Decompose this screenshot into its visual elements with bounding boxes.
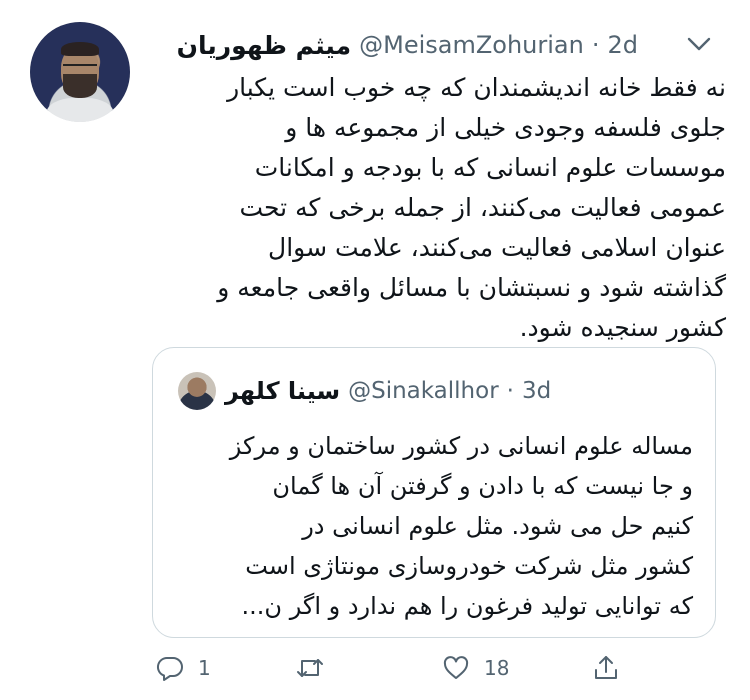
like-button[interactable]: 18 [442,648,509,688]
reply-icon [156,656,183,681]
tweet-text-line: گذاشته شود و نسبتشان با مسائل واقعی جامع… [217,273,726,302]
quoted-tweet[interactable]: سینا کلهر @Sinakallhor · 3d مساله علوم ا… [152,347,716,638]
quoted-author-name: سینا کلهر [225,377,341,405]
like-icon [443,656,469,679]
tweet-text-line: کشور سنجیده شود. [519,313,726,342]
separator-dot: · [506,378,514,404]
retweet-button[interactable] [296,648,338,688]
quoted-text-line: کشور مثل شرکت خودروسازی مونتاژی است [245,552,693,580]
quoted-tweet-header: سینا کلهر @Sinakallhor · 3d [225,372,551,410]
quoted-text-line: و جا نیست که با دادن و گرفتن آن ها گمان [272,472,693,500]
chevron-down-icon[interactable] [684,32,714,56]
share-button[interactable] [592,648,620,688]
tweet-text: نه فقط خانه اندیشمندان که چه خوب است یکب… [168,68,726,348]
quoted-author-avatar[interactable] [178,372,216,410]
separator-dot: · [591,31,600,59]
reply-button[interactable]: 1 [156,648,211,688]
like-count: 18 [484,656,510,680]
author-handle[interactable]: @MeisamZohurian [359,31,584,59]
tweet-header: میثم ظهوریان @MeisamZohurian · 2d [177,25,638,65]
quoted-author-handle: @Sinakallhor [348,378,499,404]
quoted-tweet-time: 3d [521,378,552,404]
quoted-text-line: کنیم حل می شود. مثل علوم انسانی در [302,512,693,540]
tweet-time[interactable]: 2d [607,31,638,59]
tweet-text-line: جلوی فلسفه وجودی خیلی از مجموعه ها و [285,113,726,142]
tweet-text-line: موسسات علوم انسانی که با بودجه و امکانات [254,153,726,182]
quoted-text-line: که توانایی تولید فرغون را هم ندارد و اگر… [241,592,693,620]
reply-count: 1 [198,656,211,680]
author-name[interactable]: میثم ظهوریان [177,31,351,60]
share-icon [595,656,617,679]
quoted-text-line: مساله علوم انسانی در کشور ساختمان و مرکز [229,432,693,460]
quoted-tweet-text: مساله علوم انسانی در کشور ساختمان و مرکز… [175,426,693,626]
retweet-icon [297,659,323,677]
author-avatar[interactable] [30,22,130,122]
tweet-actions: 1 18 [152,648,632,688]
tweet-text-line: عمومی فعالیت می‌کنند، از جمله برخی که تح… [239,193,727,222]
tweet-text-line: نه فقط خانه اندیشمندان که چه خوب است یکب… [227,73,726,102]
tweet-text-line: عنوان اسلامی فعالیت می‌کنند، علامت سوال [268,233,726,262]
